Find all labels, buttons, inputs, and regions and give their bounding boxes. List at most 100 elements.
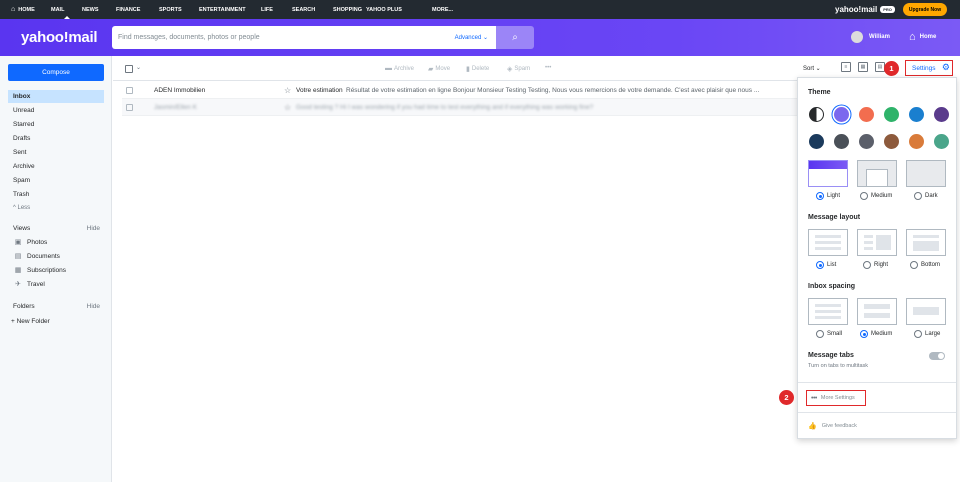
spacing-medium-radio[interactable]: Medium [860, 330, 892, 338]
views-hide-button[interactable]: Hide [87, 225, 100, 232]
select-all-checkbox[interactable] [125, 65, 133, 73]
delete-button[interactable]: ▮ Delete [466, 65, 489, 73]
theme-swatch[interactable] [809, 107, 824, 122]
compose-button[interactable]: Compose [8, 64, 104, 81]
nav-news[interactable]: NEWS [82, 0, 116, 19]
give-feedback-button[interactable]: 👍 Give feedback [808, 422, 857, 430]
theme-swatch[interactable] [859, 134, 874, 149]
advanced-search-button[interactable]: Advanced ⌄ [455, 34, 488, 41]
sort-button[interactable]: Sort ⌄ [803, 65, 821, 72]
folders-header: Folders Hide [13, 303, 100, 310]
gear-icon: ⚙ [941, 62, 950, 72]
user-menu[interactable]: William [851, 31, 890, 43]
contacts-icon[interactable]: ≡ [841, 62, 851, 72]
sidebar-item-archive[interactable]: Archive [8, 160, 104, 173]
theme-medium-radio[interactable]: Medium [860, 192, 892, 200]
theme-swatch[interactable] [809, 134, 824, 149]
view-photos[interactable]: ▣ Photos [13, 238, 48, 247]
message-sender: ADEN Immobilien [154, 86, 206, 94]
home-button[interactable]: ⌂ Home [909, 31, 936, 43]
view-subscriptions[interactable]: ▦ Subscriptions [13, 266, 66, 275]
sidebar-item-starred[interactable]: Starred [8, 118, 104, 131]
theme-swatch[interactable] [909, 134, 924, 149]
sidebar-item-sent[interactable]: Sent [8, 146, 104, 159]
layout-bottom-preview[interactable] [906, 229, 946, 256]
sidebar-item-drafts[interactable]: Drafts [8, 132, 104, 145]
less-toggle[interactable]: ^ Less [8, 201, 104, 214]
theme-dark-preview[interactable] [906, 160, 946, 187]
layout-list-radio[interactable]: List [816, 261, 836, 269]
spacing-large-radio[interactable]: Large [914, 330, 940, 338]
layout-right-preview[interactable] [857, 229, 897, 256]
table-row[interactable]: Jasmin/Ellen K ☆ Good testing ? Hi I was… [122, 99, 833, 116]
search-input[interactable]: Find messages, documents, photos or peop… [112, 26, 496, 49]
star-icon[interactable]: ☆ [284, 86, 291, 95]
theme-swatch[interactable] [884, 134, 899, 149]
sidebar-item-trash[interactable]: Trash [8, 188, 104, 201]
theme-swatch[interactable] [934, 134, 949, 149]
layout-heading: Message layout [808, 214, 861, 221]
document-icon: ▤ [14, 253, 22, 260]
sidebar-item-spam[interactable]: Spam [8, 174, 104, 187]
tabs-heading: Message tabs [808, 352, 854, 359]
spacing-small-preview[interactable] [808, 298, 848, 325]
message-snippet: Hi I was wondering if you had time to te… [340, 103, 594, 111]
new-folder-button[interactable]: + New Folder [11, 318, 50, 325]
brand-logo[interactable]: yahoo!mail PRO [835, 5, 895, 14]
spacing-small-radio[interactable]: Small [816, 330, 842, 338]
move-button[interactable]: ▰ Move [428, 65, 450, 73]
layout-list-preview[interactable] [808, 229, 848, 256]
search-button[interactable]: ⌕ [496, 26, 534, 49]
theme-medium-preview[interactable] [857, 160, 897, 187]
theme-swatch[interactable] [834, 134, 849, 149]
settings-button[interactable]: Settings ⚙ [905, 60, 953, 76]
sidebar-item-inbox[interactable]: Inbox [8, 90, 104, 103]
spacing-medium-preview[interactable] [857, 298, 897, 325]
pro-badge: PRO [880, 6, 895, 13]
nav-sports[interactable]: SPORTS [159, 0, 199, 19]
folders-hide-button[interactable]: Hide [87, 303, 100, 310]
view-documents[interactable]: ▤ Documents [13, 252, 60, 261]
message-snippet: Résultat de votre estimation en ligne Bo… [346, 86, 760, 94]
archive-icon: ▬ [385, 65, 392, 72]
theme-swatch[interactable] [834, 107, 849, 122]
calendar-icon[interactable]: ▦ [858, 62, 868, 72]
nav-more[interactable]: MORE... [432, 0, 453, 19]
nav-life[interactable]: LIFE [261, 0, 292, 19]
theme-swatch[interactable] [909, 107, 924, 122]
star-icon[interactable]: ☆ [284, 103, 291, 112]
more-settings-button[interactable]: ••• More Settings [806, 390, 866, 406]
table-row[interactable]: ADEN Immobilien ☆ Votre estimation Résul… [122, 82, 833, 99]
theme-swatch[interactable] [884, 107, 899, 122]
avatar [851, 31, 863, 43]
theme-light-radio[interactable]: Light [816, 192, 840, 200]
layout-right-radio[interactable]: Right [863, 261, 888, 269]
spacing-large-preview[interactable] [906, 298, 946, 325]
message-toolbar: ⌄ ▬ Archive ▰ Move ▮ Delete ◈ Spam ••• Sort … [113, 56, 833, 81]
theme-light-preview[interactable] [808, 160, 848, 187]
archive-button[interactable]: ▬ Archive [385, 65, 414, 72]
divider [798, 382, 956, 383]
nav-search[interactable]: SEARCH [292, 0, 333, 19]
sidebar-item-unread[interactable]: Unread [8, 104, 104, 117]
nav-home[interactable]: ⌂ HOME [11, 0, 51, 19]
yahoo-mail-logo[interactable]: yahoo!mail [21, 29, 97, 46]
message-checkbox[interactable] [126, 86, 133, 94]
theme-dark-radio[interactable]: Dark [914, 192, 938, 200]
nav-finance[interactable]: FINANCE [116, 0, 159, 19]
more-actions-button[interactable]: ••• [545, 65, 551, 71]
layout-bottom-radio[interactable]: Bottom [910, 261, 940, 269]
nav-entertainment[interactable]: ENTERTAINMENT [199, 0, 261, 19]
message-checkbox[interactable] [126, 103, 133, 111]
nav-shopping[interactable]: SHOPPING [333, 0, 366, 19]
home-icon: ⌂ [11, 6, 16, 13]
message-tabs-toggle[interactable] [929, 352, 945, 360]
nav-yahoo-plus[interactable]: YAHOO PLUS [366, 0, 432, 19]
theme-swatch[interactable] [859, 107, 874, 122]
view-travel[interactable]: ✈ Travel [13, 280, 45, 289]
spam-button[interactable]: ◈ Spam [507, 65, 530, 73]
upgrade-button[interactable]: Upgrade Now [903, 3, 947, 16]
theme-swatch[interactable] [934, 107, 949, 122]
nav-mail[interactable]: MAIL [51, 0, 82, 19]
chevron-down-icon[interactable]: ⌄ [136, 64, 141, 71]
